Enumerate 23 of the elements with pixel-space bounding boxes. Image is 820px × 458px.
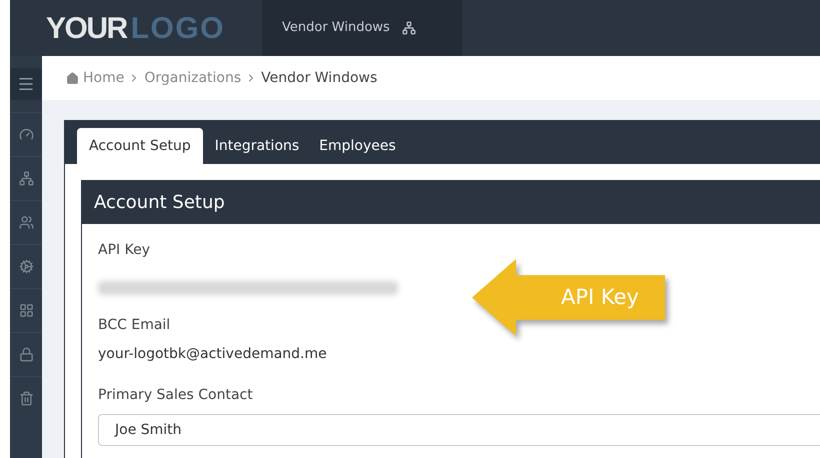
logo: YOURLOGO [45,10,226,46]
tab[interactable]: Employees [311,128,404,164]
lock-icon[interactable] [18,347,34,362]
tab[interactable]: Integrations [206,128,308,164]
field-label: Primary Sales Contact [98,386,253,405]
trash-icon[interactable] [18,391,34,406]
menu-icon [17,75,35,93]
breadcrumb-link[interactable]: Home [83,68,124,88]
panel-title: Account Setup [94,190,225,214]
tab[interactable]: Account Setup [77,128,203,164]
hierarchy-icon [402,21,416,35]
gauge-icon[interactable] [18,127,34,142]
input-field[interactable]: Joe Smith [98,414,820,446]
users-icon[interactable] [18,215,34,230]
field-label: API Key [98,241,150,260]
home-icon [66,72,79,84]
hierarchy-icon[interactable] [18,171,34,186]
menu-button[interactable] [10,68,42,100]
field-value: your-logotbk@activedemand.me [98,345,327,364]
breadcrumb-link[interactable]: Organizations [144,68,242,88]
grid-icon[interactable] [18,303,34,318]
field-label: BCC Email [98,316,170,335]
org-switcher[interactable]: Vendor Windows [262,0,462,56]
